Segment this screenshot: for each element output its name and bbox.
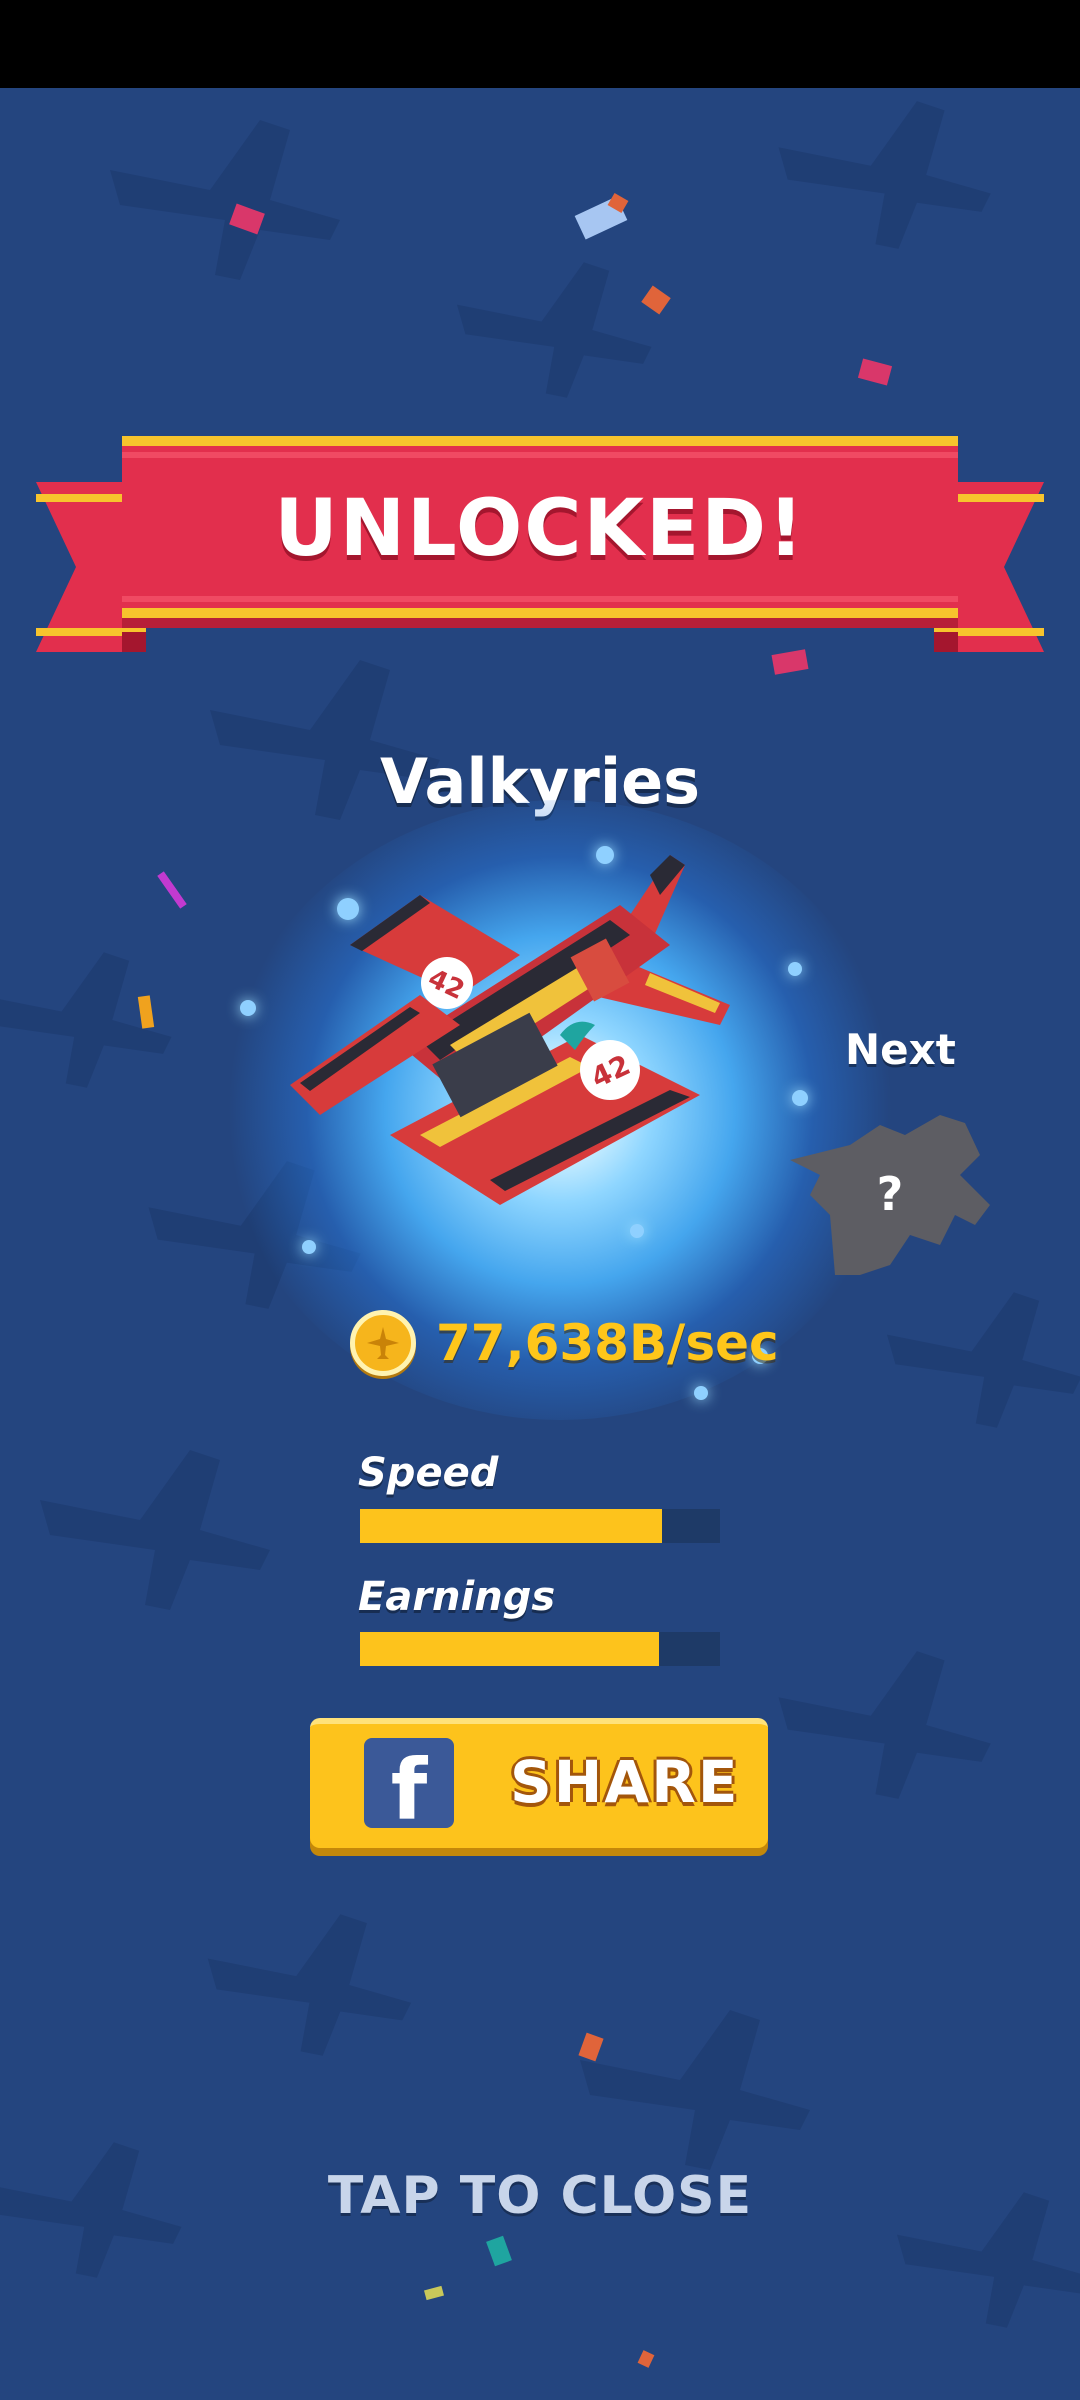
earnings-label: Earnings: [358, 1574, 556, 1620]
sparkle: [788, 962, 802, 976]
status-bar: [0, 0, 1080, 88]
confetti: [157, 871, 187, 909]
confetti: [424, 2285, 444, 2301]
earnings-rate: 77,638B/sec: [436, 1314, 779, 1372]
confetti: [857, 358, 893, 386]
background-plane-icon: [456, 262, 652, 398]
earnings-bar: [360, 1632, 720, 1666]
sparkle: [792, 1090, 808, 1106]
ribbon-main: UNLOCKED!: [122, 436, 958, 618]
unlocked-title: UNLOCKED!: [274, 484, 806, 574]
unlocked-banner: UNLOCKED!: [0, 420, 1080, 680]
coin-icon: [350, 1310, 416, 1376]
background-plane-icon: [110, 120, 340, 280]
confetti: [486, 2235, 512, 2267]
earnings-rate-row: 77,638B/sec: [350, 1310, 850, 1384]
facebook-icon: f: [364, 1738, 454, 1839]
next-plane-silhouette[interactable]: ?: [790, 1115, 1010, 1285]
background-plane-icon: [778, 101, 991, 249]
speed-label: Speed: [358, 1450, 499, 1496]
background-plane-icon: [886, 1292, 1080, 1428]
plane-illustration: 42 42: [290, 855, 730, 1205]
speed-bar: [360, 1509, 720, 1543]
speed-bar-fill: [360, 1509, 663, 1543]
background-plane-icon: [207, 1914, 412, 2056]
sparkle: [240, 1000, 256, 1016]
sparkle: [630, 1224, 644, 1238]
background-plane-icon: [580, 2010, 810, 2170]
share-button[interactable]: f SHARE: [310, 1718, 768, 1848]
mystery-mark: ?: [877, 1167, 904, 1221]
background-plane-icon: [778, 1651, 991, 1799]
next-plane-label: Next: [845, 1025, 956, 1074]
share-label: SHARE: [510, 1748, 740, 1816]
earnings-bar-fill: [360, 1632, 659, 1666]
sparkle: [302, 1240, 316, 1254]
background-plane-icon: [40, 1450, 270, 1610]
tap-to-close-button[interactable]: TAP TO CLOSE: [0, 2166, 1080, 2226]
confetti: [637, 2350, 655, 2368]
sparkle: [694, 1386, 708, 1400]
